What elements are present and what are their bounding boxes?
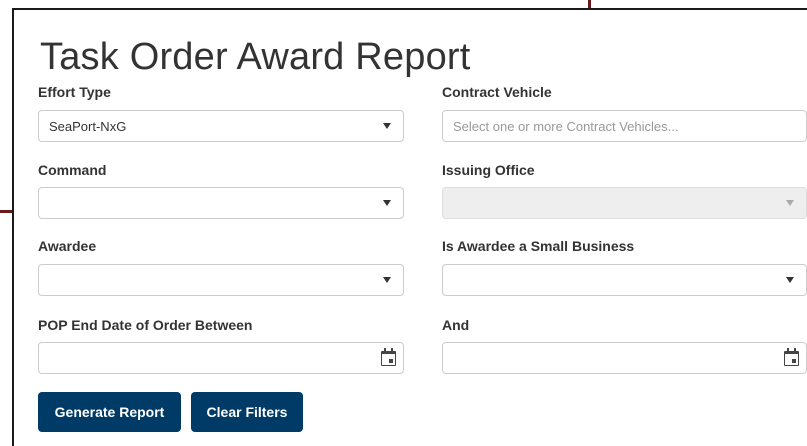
command-select[interactable] xyxy=(38,187,404,219)
clear-filters-button[interactable]: Clear Filters xyxy=(191,392,303,432)
awardee-select[interactable] xyxy=(38,264,404,296)
pop-end-date-start-input[interactable] xyxy=(38,342,404,374)
contract-vehicle-label: Contract Vehicle xyxy=(442,84,552,100)
awardee-label: Awardee xyxy=(38,238,97,254)
pop-end-date-end-label: And xyxy=(442,317,470,333)
issuing-office-select xyxy=(442,187,807,219)
issuing-office-label: Issuing Office xyxy=(442,162,535,178)
report-panel: Task Order Award Report Effort Type SeaP… xyxy=(12,8,807,446)
caret-down-icon xyxy=(383,200,391,206)
generate-report-button[interactable]: Generate Report xyxy=(38,392,181,432)
effort-type-label: Effort Type xyxy=(38,84,111,100)
small-business-label: Is Awardee a Small Business xyxy=(442,238,635,254)
contract-vehicle-select[interactable]: Select one or more Contract Vehicles... xyxy=(442,110,807,142)
caret-down-icon xyxy=(383,277,391,283)
effort-type-select[interactable]: SeaPort-NxG xyxy=(38,110,404,142)
contract-vehicle-placeholder: Select one or more Contract Vehicles... xyxy=(453,118,679,134)
caret-down-icon xyxy=(786,277,794,283)
pop-end-date-start-label: POP End Date of Order Between xyxy=(38,317,253,333)
command-label: Command xyxy=(38,162,107,178)
calendar-button-start[interactable] xyxy=(373,343,403,373)
caret-down-icon xyxy=(383,123,391,129)
calendar-button-end[interactable] xyxy=(776,343,806,373)
calendar-icon xyxy=(380,347,396,366)
caret-down-icon xyxy=(786,200,794,206)
page-title: Task Order Award Report xyxy=(40,36,471,78)
calendar-icon xyxy=(783,347,799,366)
effort-type-value: SeaPort-NxG xyxy=(49,118,127,134)
pop-end-date-end-input[interactable] xyxy=(442,342,807,374)
small-business-select[interactable] xyxy=(442,264,807,296)
